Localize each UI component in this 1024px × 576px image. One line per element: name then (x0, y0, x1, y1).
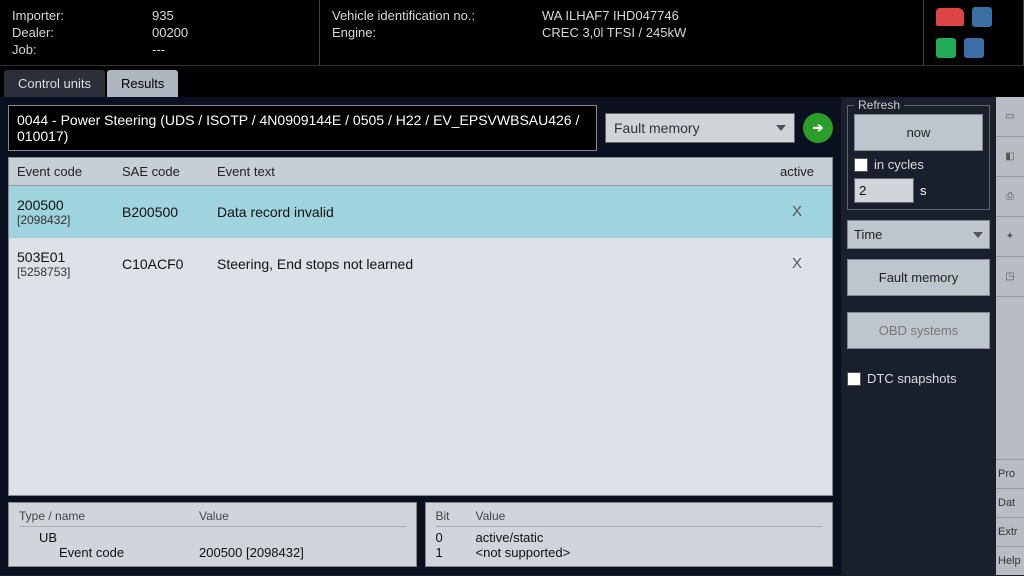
checkbox-icon (854, 158, 868, 172)
th-event-code: Event code (9, 158, 114, 185)
cell-text: Data record invalid (209, 198, 762, 226)
toolbar-icon-1[interactable]: ▭ (996, 97, 1024, 137)
obd-systems-button[interactable]: OBD systems (847, 312, 990, 349)
dl-r2b: 200500 [2098432] (199, 545, 304, 560)
cell-text: Steering, End stops not learned (209, 250, 762, 278)
dtc-snapshots-toggle[interactable]: DTC snapshots (847, 371, 990, 386)
fault-memory-button[interactable]: Fault memory (847, 259, 990, 296)
th-sae-code: SAE code (114, 158, 209, 185)
th-active: active (762, 158, 832, 185)
table-row[interactable]: 503E01 [5258753] C10ACF0 Steering, End s… (9, 238, 832, 290)
dealer-label: Dealer: (12, 25, 152, 40)
toolbar-icon-4[interactable]: ✦ (996, 217, 1024, 257)
dr-h2: Value (476, 509, 506, 523)
table-row[interactable]: 200500 [2098432] B200500 Data record inv… (9, 186, 832, 238)
header-icons (924, 0, 1024, 65)
tab-results[interactable]: Results (107, 70, 178, 97)
cell-event-code-sub: [2098432] (17, 213, 106, 227)
help-button[interactable]: Help (996, 546, 1024, 575)
seconds-suffix: s (920, 183, 927, 198)
job-label: Job: (12, 42, 152, 57)
far-right-toolbar: ▭ ◧ ⎙ ✦ ◳ Pro Dat Extr Help (996, 97, 1024, 575)
fault-table: Event code SAE code Event text active 20… (8, 157, 833, 496)
row-delete-button[interactable]: X (762, 197, 832, 226)
content-panel: 0044 - Power Steering (UDS / ISOTP / 4N0… (0, 97, 841, 575)
header-bar: Importer:935 Dealer:00200 Job:--- Vehicl… (0, 0, 1024, 66)
mode-dropdown[interactable]: Fault memory (605, 113, 795, 143)
dl-r1a: UB (19, 530, 199, 545)
th-event-text: Event text (209, 158, 762, 185)
sidebar: Refresh now in cycles s Time Fault memor… (841, 97, 996, 575)
cell-sae: B200500 (114, 198, 209, 226)
dtc-snapshots-label: DTC snapshots (867, 371, 957, 386)
dl-h1: Type / name (19, 509, 199, 523)
dl-h2: Value (199, 509, 229, 523)
dr-r2b: <not supported> (476, 545, 571, 560)
detail-right: Bit Value 0active/static 1<not supported… (425, 502, 834, 567)
dr-r1a: 0 (436, 530, 476, 545)
dr-r2a: 1 (436, 545, 476, 560)
row-delete-button[interactable]: X (762, 249, 832, 278)
dr-h1: Bit (436, 509, 476, 523)
tab-control-units[interactable]: Control units (4, 70, 105, 97)
toolbar-icon-3[interactable]: ⎙ (996, 177, 1024, 217)
chevron-down-icon (776, 125, 786, 131)
main-area: 0044 - Power Steering (UDS / ISOTP / 4N0… (0, 97, 1024, 575)
time-dropdown-label: Time (854, 227, 882, 242)
vin-value: WA ILHAF7 IHD047746 (542, 8, 679, 23)
engine-value: CREC 3,0l TFSI / 245kW (542, 25, 686, 40)
header-mid: Vehicle identification no.:WA ILHAF7 IHD… (320, 0, 924, 65)
cell-event-code: 503E01 (17, 249, 106, 265)
detail-row: Type / name Value UB Event code200500 [2… (8, 502, 833, 567)
in-cycles-label: in cycles (874, 157, 924, 172)
header-left: Importer:935 Dealer:00200 Job:--- (0, 0, 320, 65)
job-value: --- (152, 42, 165, 57)
dl-r2a: Event code (19, 545, 199, 560)
checkbox-icon (847, 372, 861, 386)
importer-value: 935 (152, 8, 174, 23)
protocol-button[interactable]: Pro (996, 459, 1024, 488)
extras-button[interactable]: Extr (996, 517, 1024, 546)
cell-event-code: 200500 (17, 197, 106, 213)
arrow-right-icon: ➔ (813, 120, 824, 136)
module-path-input[interactable]: 0044 - Power Steering (UDS / ISOTP / 4N0… (8, 105, 597, 151)
toolbar-icon-2[interactable]: ◧ (996, 137, 1024, 177)
toolbar-icon-5[interactable]: ◳ (996, 257, 1024, 297)
table-header: Event code SAE code Event text active (9, 158, 832, 186)
vin-label: Vehicle identification no.: (332, 8, 542, 23)
cell-sae: C10ACF0 (114, 250, 209, 278)
car-icon[interactable] (936, 8, 964, 26)
module-bar: 0044 - Power Steering (UDS / ISOTP / 4N0… (8, 105, 833, 151)
info-icon[interactable] (964, 38, 984, 58)
tab-bar: Control units Results (0, 66, 1024, 97)
data-button[interactable]: Dat (996, 488, 1024, 517)
cell-event-code-sub: [5258753] (17, 265, 106, 279)
importer-label: Importer: (12, 8, 152, 23)
mode-dropdown-label: Fault memory (614, 120, 700, 136)
status-icon[interactable] (936, 38, 956, 58)
refresh-group: Refresh now in cycles s (847, 105, 990, 210)
network-icon[interactable] (972, 7, 992, 27)
detail-left: Type / name Value UB Event code200500 [2… (8, 502, 417, 567)
refresh-now-button[interactable]: now (854, 114, 983, 151)
in-cycles-toggle[interactable]: in cycles (854, 157, 983, 172)
time-dropdown[interactable]: Time (847, 220, 990, 249)
dr-r1b: active/static (476, 530, 544, 545)
chevron-down-icon (973, 232, 983, 238)
go-button[interactable]: ➔ (803, 113, 833, 143)
refresh-label: Refresh (854, 98, 904, 112)
engine-label: Engine: (332, 25, 542, 40)
dealer-value: 00200 (152, 25, 188, 40)
cycles-seconds-input[interactable] (854, 178, 914, 203)
